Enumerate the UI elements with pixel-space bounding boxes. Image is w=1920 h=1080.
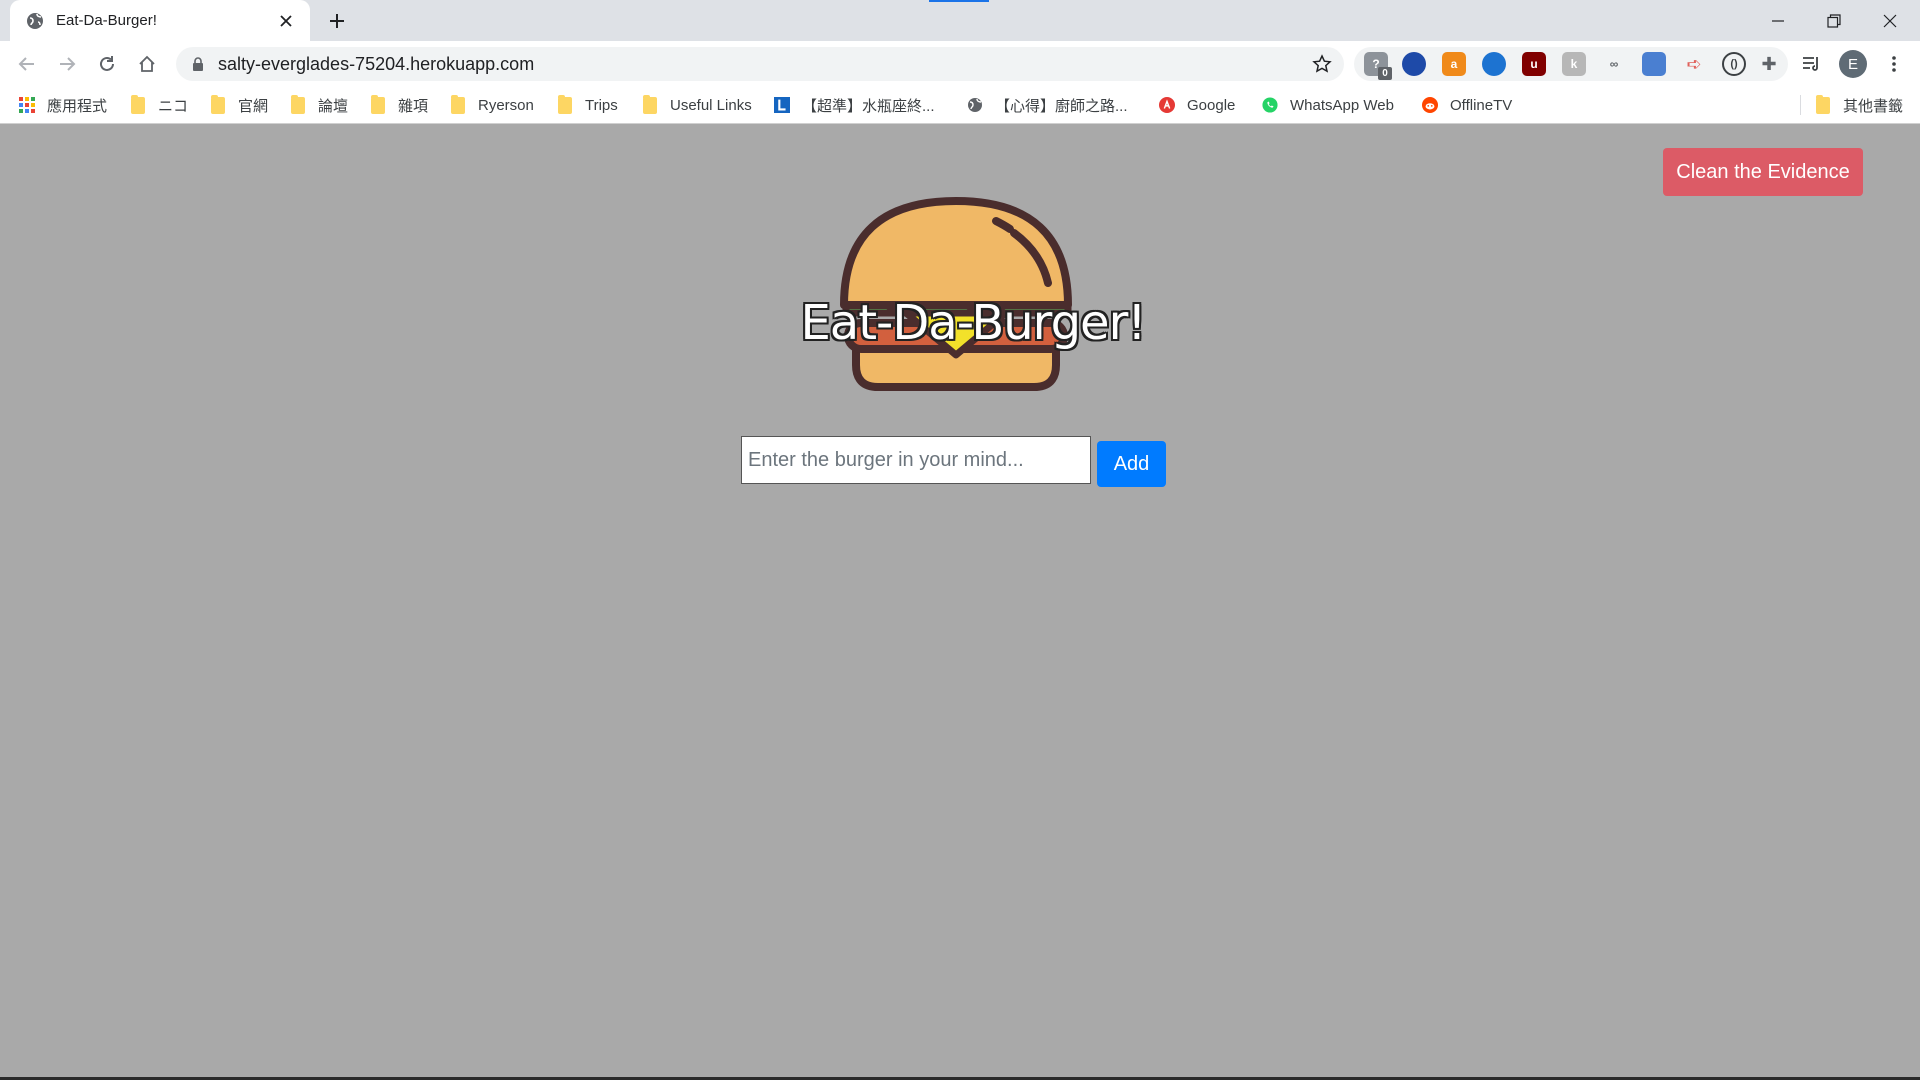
bookmarks-divider	[1800, 95, 1801, 115]
ublock-icon[interactable]: u	[1522, 52, 1546, 76]
burger-name-input[interactable]	[741, 436, 1091, 484]
home-button[interactable]	[133, 50, 161, 78]
bookmark-folder[interactable]: Useful Links	[642, 87, 752, 123]
bookmark-label: 【心得】廚師之路...	[995, 97, 1128, 115]
browser-title-bar: Eat-Da-Burger!	[0, 0, 1920, 41]
folder-icon	[642, 94, 658, 114]
bookmark-link[interactable]: OfflineTV	[1422, 87, 1512, 123]
page-title: Eat-Da-Burger!	[800, 295, 1146, 351]
bookmarks-bar: 應用程式 ニコ 官網 論壇 雜項 Ryerson Trips Useful Li…	[0, 87, 1920, 124]
extensions-area: ? 0 a u k ∞ ➪ () ✚	[1354, 47, 1788, 81]
extensions-puzzle-icon[interactable]: ✚	[1757, 52, 1781, 76]
url-text[interactable]: salty-everglades-75204.herokuapp.com	[218, 54, 1310, 75]
bookmark-link[interactable]: Google	[1159, 87, 1235, 123]
bookmark-label: 【超準】水瓶座終...	[802, 97, 935, 115]
bookmark-star-icon[interactable]	[1310, 52, 1334, 76]
close-window-button[interactable]	[1862, 0, 1918, 41]
extension-earth-icon[interactable]	[1482, 52, 1506, 76]
extension-shield-icon[interactable]	[1642, 52, 1666, 76]
bookmark-link[interactable]: 【超準】水瓶座終...	[774, 87, 935, 123]
bookmark-label: 其他書籤	[1843, 97, 1904, 115]
forward-arrow-icon	[60, 57, 76, 71]
address-bar[interactable]: salty-everglades-75204.herokuapp.com	[176, 47, 1344, 81]
extension-badge: 0	[1378, 67, 1392, 80]
bookmark-label: ニコ	[158, 97, 189, 115]
home-icon	[139, 55, 155, 72]
bookmark-link[interactable]: 【心得】廚師之路...	[967, 87, 1128, 123]
reading-list-icon[interactable]	[1798, 50, 1826, 78]
bookmark-folder[interactable]: ニコ	[130, 87, 188, 123]
bookmark-folder[interactable]: 論壇	[290, 87, 348, 123]
new-tab-button[interactable]	[326, 10, 348, 32]
bookmark-label: OfflineTV	[1450, 96, 1513, 114]
globe-icon	[26, 12, 44, 30]
folder-icon	[557, 94, 573, 114]
bookmark-label: 論壇	[318, 97, 349, 115]
close-tab-icon[interactable]	[276, 11, 296, 31]
extension-shopping-icon[interactable]: a	[1442, 52, 1466, 76]
bookmark-label: Trips	[585, 96, 618, 114]
l-logo-icon	[774, 97, 790, 113]
bookmark-apps[interactable]: 應用程式	[19, 87, 107, 123]
bookmark-label: 官網	[238, 97, 269, 115]
profile-avatar[interactable]: E	[1839, 50, 1867, 78]
back-button[interactable]	[13, 50, 41, 78]
reload-icon	[100, 56, 114, 71]
browser-tab[interactable]: Eat-Da-Burger!	[10, 0, 310, 41]
bookmark-label: 應用程式	[47, 97, 108, 115]
reload-button[interactable]	[93, 50, 121, 78]
folder-icon	[370, 94, 386, 114]
folder-icon	[290, 94, 306, 114]
bookmark-label: Useful Links	[670, 96, 752, 114]
restore-button[interactable]	[1806, 0, 1862, 41]
folder-icon	[210, 94, 226, 114]
page-content: Clean the Evidence Eat-Da-Burger! Add	[0, 125, 1920, 1080]
tab-title: Eat-Da-Burger!	[56, 12, 157, 29]
extension-gray-icon[interactable]: k	[1562, 52, 1586, 76]
google-icon	[1159, 97, 1175, 113]
bookmark-folder[interactable]: Trips	[557, 87, 618, 123]
extension-code-icon[interactable]: ()	[1722, 52, 1746, 76]
bookmark-folder[interactable]: Ryerson	[450, 87, 534, 123]
extension-globe-icon[interactable]	[1402, 52, 1426, 76]
whatsapp-icon	[1262, 97, 1278, 113]
bookmark-folder[interactable]: 雜項	[370, 87, 428, 123]
extension-arrow-icon[interactable]: ➪	[1682, 52, 1706, 76]
folder-icon	[130, 94, 146, 114]
minimize-button[interactable]	[1750, 0, 1806, 41]
folder-icon	[450, 94, 466, 114]
other-bookmarks[interactable]: 其他書籤	[1815, 87, 1903, 123]
folder-icon	[1815, 94, 1831, 114]
bookmark-folder[interactable]: 官網	[210, 87, 268, 123]
back-arrow-icon	[18, 57, 34, 71]
bookmark-label: Ryerson	[478, 96, 534, 114]
add-burger-button[interactable]: Add	[1097, 441, 1166, 487]
bookmark-label: Google	[1187, 96, 1236, 114]
clean-evidence-button[interactable]: Clean the Evidence	[1663, 148, 1863, 196]
apps-grid-icon	[19, 97, 35, 113]
lock-icon[interactable]	[190, 56, 206, 72]
browser-menu-icon[interactable]	[1880, 50, 1908, 78]
bookmark-label: 雜項	[398, 97, 429, 115]
extension-help-icon[interactable]: ? 0	[1364, 52, 1392, 80]
forward-button[interactable]	[53, 50, 81, 78]
bookmark-label: WhatsApp Web	[1290, 96, 1394, 114]
reddit-icon	[1422, 97, 1438, 113]
tab-strip-indicator	[929, 0, 989, 2]
extension-link-icon[interactable]: ∞	[1602, 52, 1626, 76]
globe-icon	[967, 97, 983, 113]
browser-toolbar: salty-everglades-75204.herokuapp.com ? 0 …	[0, 41, 1920, 87]
bookmark-link[interactable]: WhatsApp Web	[1262, 87, 1394, 123]
